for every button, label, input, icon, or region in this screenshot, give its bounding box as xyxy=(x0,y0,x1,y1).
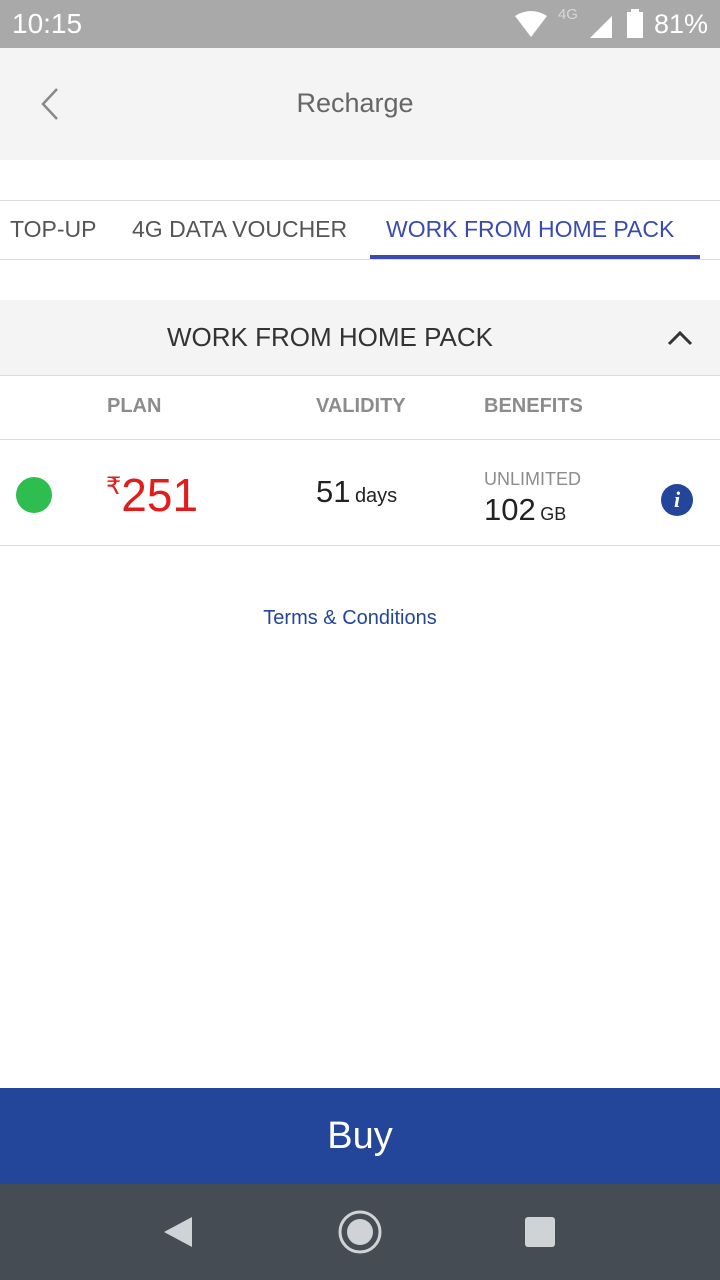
battery-icon xyxy=(626,9,643,38)
page-title: Recharge xyxy=(296,88,414,118)
plan-column-headers: PLAN VALIDITY BENEFITS xyxy=(0,376,720,440)
pack-title: WORK FROM HOME PACK xyxy=(167,322,493,352)
recents-icon xyxy=(525,1217,555,1247)
nav-home-button[interactable] xyxy=(336,1208,384,1256)
tab-work-from-home-pack[interactable]: WORK FROM HOME PACK xyxy=(386,216,674,243)
tab-top-up[interactable]: TOP-UP xyxy=(10,216,96,243)
active-tab-indicator xyxy=(370,255,700,259)
validity-value: 51 xyxy=(316,474,351,509)
cell-signal: 4G xyxy=(558,6,616,42)
battery-percentage: 81% xyxy=(653,8,708,39)
app-bar: Recharge xyxy=(0,48,720,160)
price-value: 251 xyxy=(121,469,199,521)
status-time: 10:15 xyxy=(12,8,83,39)
status-icons: 4G 81% xyxy=(514,6,708,42)
info-icon[interactable]: i xyxy=(661,484,693,516)
column-header-validity: VALIDITY xyxy=(316,395,406,417)
terms-and-conditions-link[interactable]: Terms & Conditions xyxy=(0,607,700,630)
nav-back-button[interactable] xyxy=(154,1208,202,1256)
back-icon xyxy=(164,1217,192,1247)
plan-selected-indicator[interactable] xyxy=(16,477,52,513)
benefit-value: 102 xyxy=(484,492,536,527)
plan-price: ₹251 xyxy=(106,468,198,522)
validity-unit: days xyxy=(354,485,398,507)
benefit-unit: GB xyxy=(540,504,567,524)
rupee-symbol: ₹ xyxy=(106,473,122,500)
column-header-benefits: BENEFITS xyxy=(484,395,583,417)
system-nav-bar xyxy=(0,1184,720,1280)
wifi-icon xyxy=(514,11,547,37)
plan-benefits: UNLIMITED 102 GB xyxy=(484,469,581,528)
pack-section-header[interactable]: WORK FROM HOME PACK xyxy=(0,300,720,376)
status-bar: 10:15 4G 81% xyxy=(0,0,720,48)
benefit-label: UNLIMITED xyxy=(484,469,582,489)
tab-4g-data-voucher[interactable]: 4G DATA VOUCHER xyxy=(132,216,347,243)
tab-bar: TOP-UP 4G DATA VOUCHER WORK FROM HOME PA… xyxy=(0,200,720,260)
buy-button[interactable]: Buy xyxy=(0,1088,720,1184)
plan-validity: 51 days xyxy=(316,474,397,510)
home-icon xyxy=(338,1210,382,1254)
signal-icon xyxy=(589,16,612,38)
nav-recents-button[interactable] xyxy=(516,1208,564,1256)
column-header-plan: PLAN xyxy=(107,395,162,417)
chevron-up-icon[interactable] xyxy=(666,326,694,350)
plan-row[interactable]: ₹251 51 days UNLIMITED 102 GB xyxy=(0,440,720,546)
